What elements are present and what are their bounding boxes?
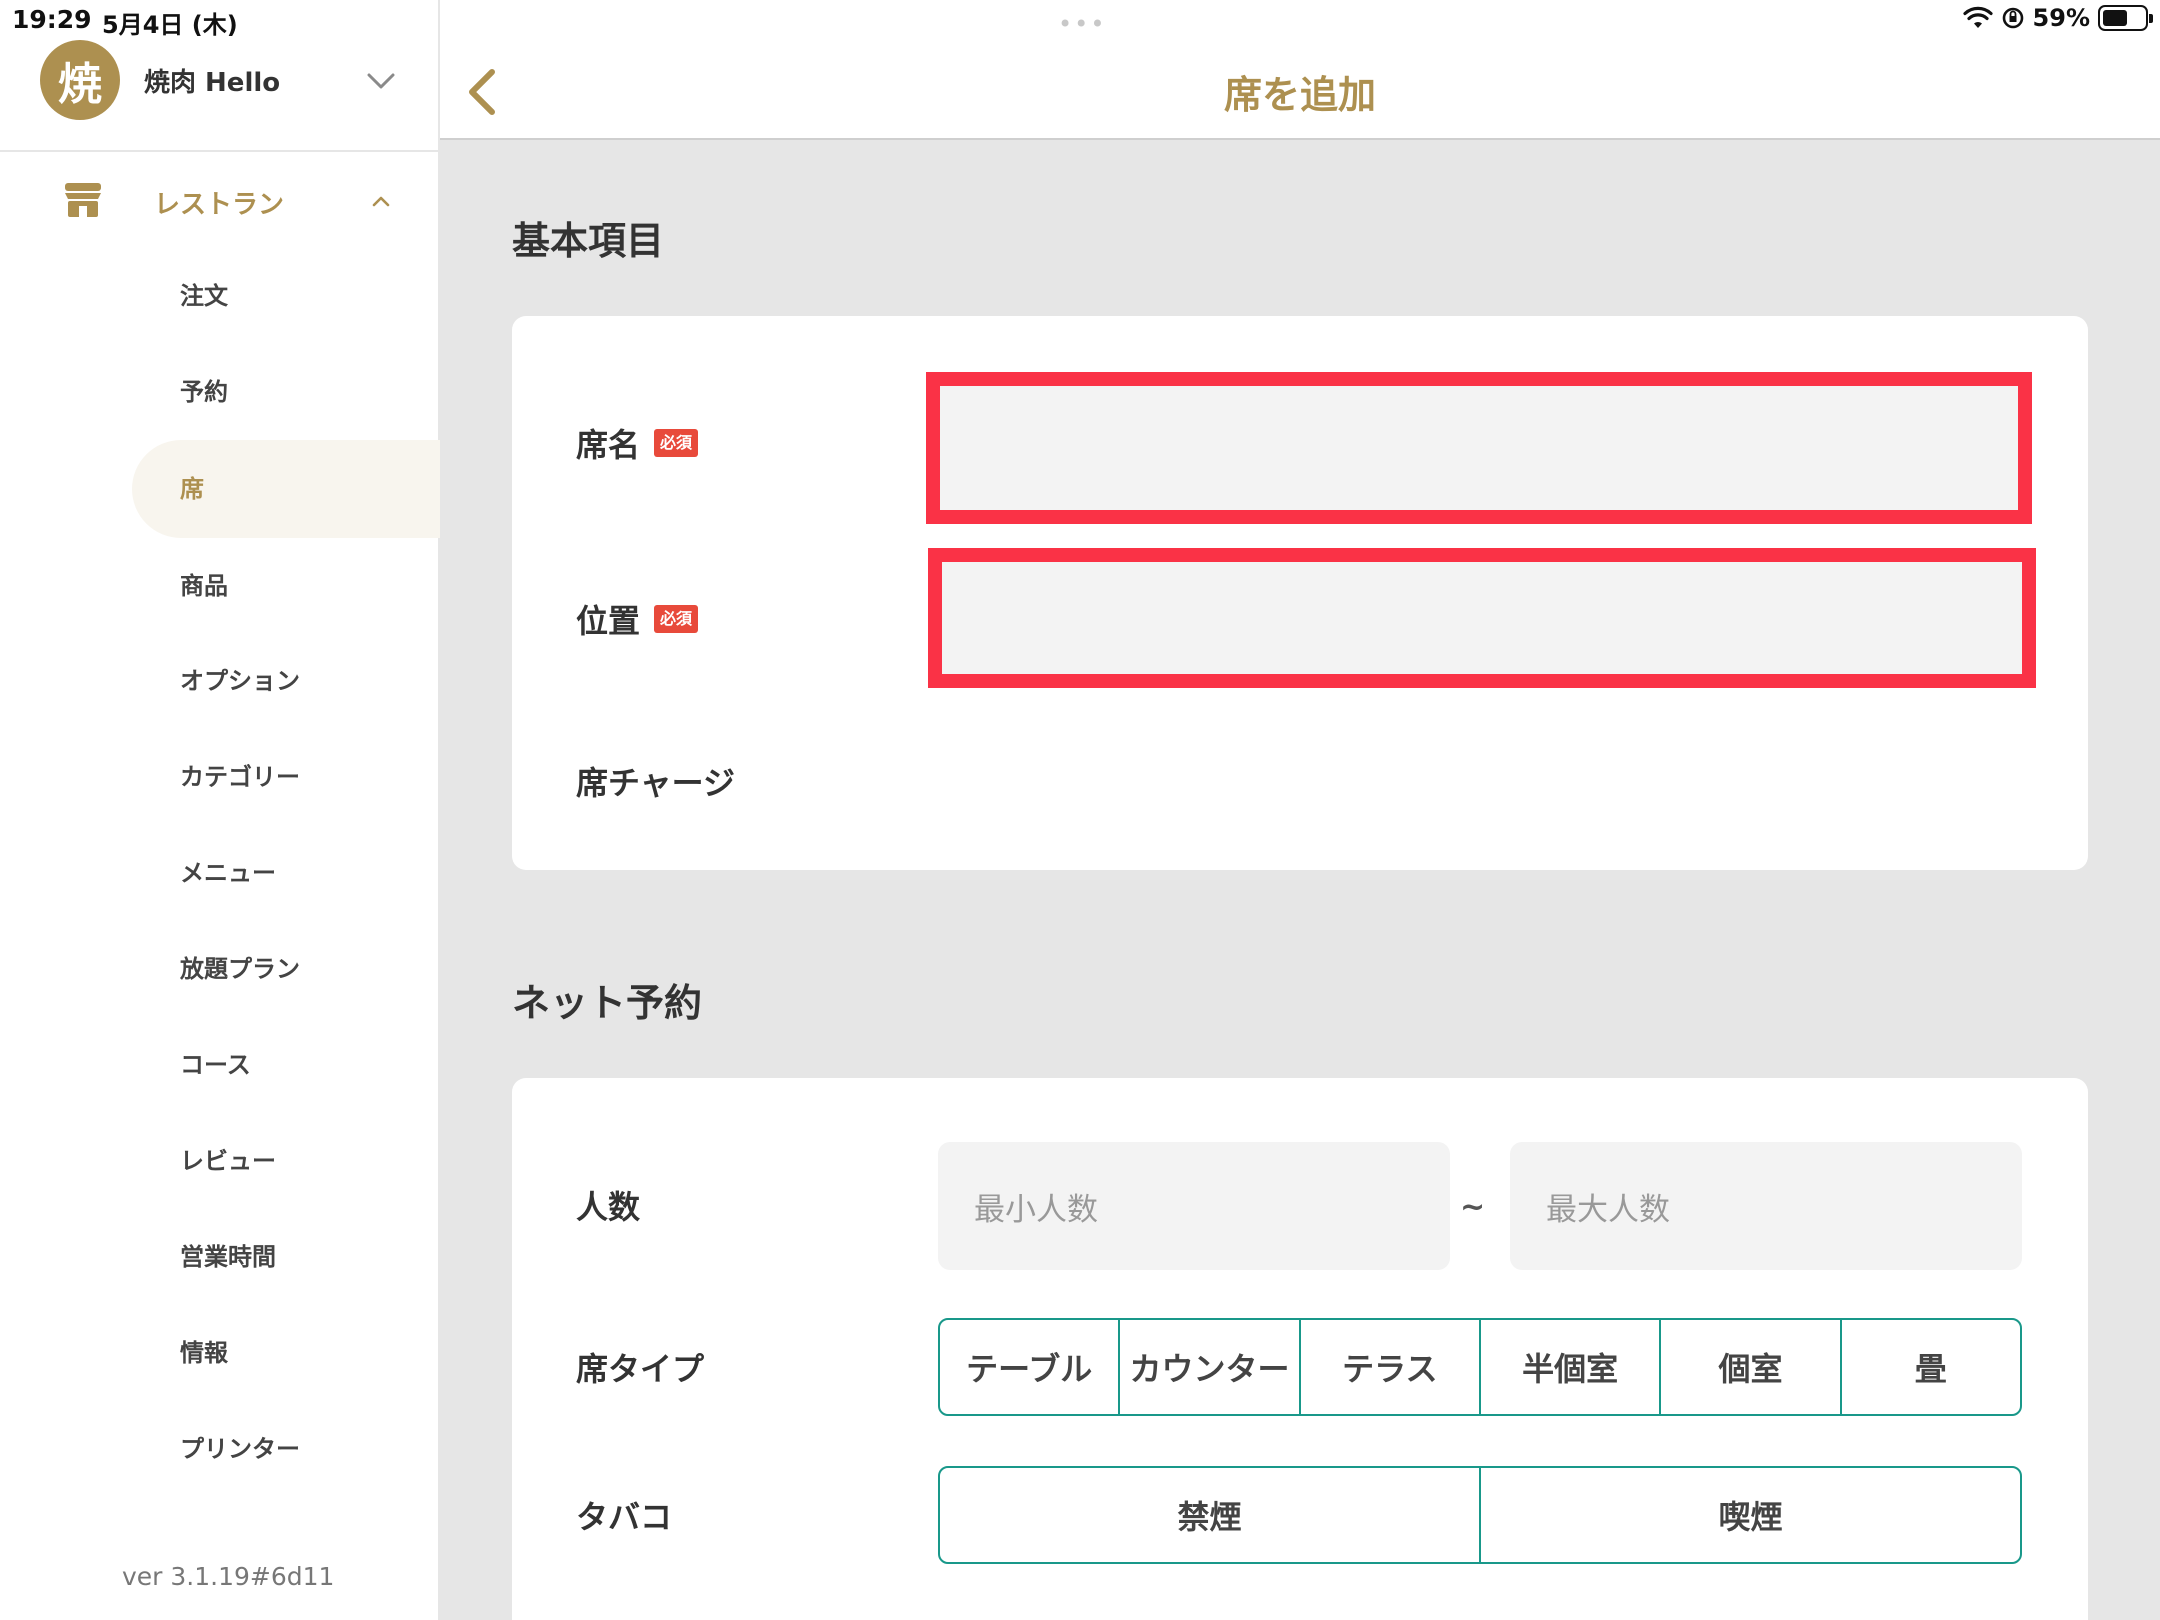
seat-type-table[interactable]: テーブル: [940, 1320, 1121, 1414]
sidebar-item-all-you-can-plans[interactable]: 放題プラン: [180, 949, 300, 989]
store-icon: [65, 183, 101, 217]
basic-fields-card: 席名 必須 位置 必須 席チャージ: [512, 316, 2088, 870]
seat-type-private-room[interactable]: 個室: [1661, 1320, 1842, 1414]
sidebar-item-orders[interactable]: 注文: [180, 276, 228, 316]
net-reservation-card: 人数 最小人数 ~ 最大人数 席タイプ テーブル カウンター テラス 半個室 個…: [512, 1078, 2088, 1620]
seat-type-terrace[interactable]: テラス: [1301, 1320, 1481, 1414]
seat-name-input[interactable]: [926, 372, 2032, 524]
sidebar-item-products[interactable]: 商品: [180, 566, 228, 606]
required-badge: 必須: [654, 605, 699, 633]
battery-icon: [2098, 5, 2153, 31]
position-input[interactable]: [928, 548, 2036, 688]
range-separator: ~: [1460, 1190, 1486, 1225]
sidebar-item-business-hours[interactable]: 営業時間: [180, 1237, 276, 1277]
chevron-down-icon[interactable]: [364, 64, 398, 98]
seat-type-counter[interactable]: カウンター: [1120, 1320, 1301, 1414]
sidebar-item-printers[interactable]: プリンター: [180, 1429, 300, 1469]
orientation-lock-icon: [2002, 7, 2023, 29]
sidebar-section-restaurant[interactable]: レストラン: [0, 160, 440, 240]
position-label-text: 位置: [576, 602, 641, 640]
status-time: 19:29: [12, 5, 92, 34]
sidebar: 焼 焼肉 Hello レストラン 注文 予約 席 商品 オプション カテゴリー …: [0, 0, 440, 1620]
battery-level: [2103, 10, 2127, 26]
status-date: 5月4日 (木): [102, 11, 238, 39]
seat-charge-label[interactable]: 席チャージ: [576, 758, 735, 804]
sidebar-active-highlight: [132, 440, 440, 538]
seat-type-label: 席タイプ: [576, 1350, 705, 1388]
tobacco-label: タバコ: [576, 1498, 673, 1536]
sidebar-item-reservations[interactable]: 予約: [180, 372, 228, 412]
required-badge: 必須: [654, 429, 699, 457]
sidebar-item-categories[interactable]: カテゴリー: [180, 757, 300, 797]
seat-type-semi-private[interactable]: 半個室: [1481, 1320, 1662, 1414]
sidebar-item-menu[interactable]: メニュー: [180, 853, 276, 893]
store-name: 焼肉 Hello: [144, 68, 281, 98]
multitasking-dots-icon[interactable]: •••: [1058, 10, 1106, 38]
position-label: 位置 必須: [576, 596, 699, 642]
sidebar-item-seats[interactable]: 席: [180, 469, 204, 509]
app-version: ver 3.1.19#6d11: [122, 1562, 335, 1591]
battery-percent: 59%: [2032, 4, 2090, 32]
sidebar-item-courses[interactable]: コース: [180, 1045, 251, 1085]
sidebar-item-reviews[interactable]: レビュー: [180, 1141, 276, 1181]
min-people-input[interactable]: 最小人数: [938, 1142, 1450, 1270]
seat-name-label: 席名 必須: [576, 420, 699, 466]
sidebar-item-info[interactable]: 情報: [180, 1333, 228, 1373]
status-indicators: 59%: [1962, 4, 2153, 32]
tobacco-non-smoking[interactable]: 禁煙: [940, 1468, 1481, 1562]
main-content: 基本項目 席名 必須 位置 必須 席チャージ ネット予約 人数 最小人数 ~ 最…: [440, 140, 2160, 1620]
people-label: 人数: [576, 1188, 641, 1226]
sidebar-section-label: レストラン: [154, 190, 285, 220]
store-avatar: 焼: [40, 40, 120, 120]
tobacco-smoking[interactable]: 喫煙: [1481, 1468, 2020, 1562]
seat-type-tatami[interactable]: 畳: [1842, 1320, 2020, 1414]
seat-type-selector: テーブル カウンター テラス 半個室 個室 畳: [938, 1318, 2022, 1416]
wifi-icon: [1962, 6, 1993, 28]
seat-name-label-text: 席名: [576, 426, 641, 464]
sidebar-item-options[interactable]: オプション: [180, 661, 300, 701]
section-title-net-reservation: ネット予約: [512, 981, 703, 1025]
section-title-basic: 基本項目: [512, 219, 665, 263]
page-title: 席を追加: [1223, 73, 1376, 117]
max-people-input[interactable]: 最大人数: [1510, 1142, 2022, 1270]
status-bar: 19:29 5月4日 (木) ••• 59%: [0, 0, 2160, 40]
tobacco-selector: 禁煙 喫煙: [938, 1466, 2022, 1564]
chevron-up-icon[interactable]: [370, 190, 392, 212]
